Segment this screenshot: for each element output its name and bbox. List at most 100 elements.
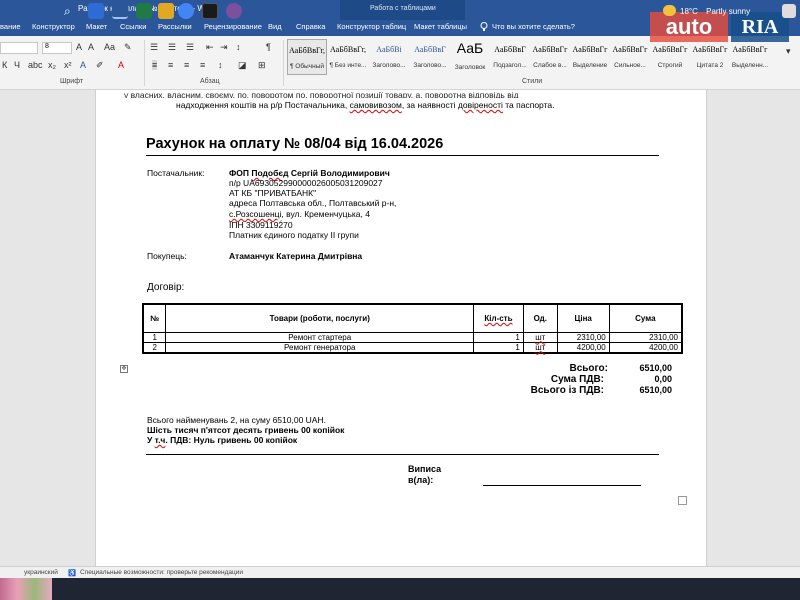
weather-widget[interactable]: 18°C Partly sunny bbox=[680, 7, 750, 16]
style-sample: АаБбВвГг bbox=[572, 45, 608, 54]
font-name-box[interactable] bbox=[0, 42, 38, 54]
language-indicator[interactable]: украинский bbox=[24, 569, 58, 576]
styles-scroll-icon[interactable]: ▾ bbox=[786, 46, 791, 57]
accessibility-status[interactable]: Специальные возможности: проверьте реком… bbox=[80, 569, 243, 576]
style-intense-emphasis[interactable]: АаБбВвГг Сильное... bbox=[610, 39, 650, 75]
shading-icon[interactable]: ◪ bbox=[238, 60, 247, 71]
style-heading-1[interactable]: АаБбВі Заголово... bbox=[369, 39, 409, 75]
row-number[interactable]: 1 bbox=[142, 331, 167, 343]
excel-icon[interactable] bbox=[136, 3, 152, 19]
style-title[interactable]: АаБ Заголовок bbox=[450, 39, 490, 75]
style-name: Строгий bbox=[657, 62, 683, 69]
tab-mailings[interactable]: Рассылки bbox=[158, 22, 192, 31]
style-subtitle[interactable]: АаБбВвГ Подзагол... bbox=[490, 39, 530, 75]
row-qty[interactable]: 1 bbox=[473, 331, 524, 343]
edge-icon[interactable] bbox=[88, 3, 104, 19]
watermark-logo-ria: RIA bbox=[731, 12, 789, 42]
profile-icon[interactable] bbox=[782, 4, 796, 18]
tell-me-search[interactable]: Что вы хотите сделать? bbox=[492, 22, 575, 31]
row-unit[interactable]: шт bbox=[522, 331, 558, 343]
row-qty[interactable]: 1 bbox=[473, 341, 524, 353]
style-quote-2[interactable]: АаБбВвГг Цитата 2 bbox=[690, 39, 730, 75]
vat-label: Сума ПДВ: bbox=[550, 374, 604, 385]
change-case-icon[interactable]: Aa bbox=[104, 42, 115, 52]
multilevel-list-icon[interactable]: ☰ bbox=[186, 42, 194, 53]
style-subtle-emphasis[interactable]: АаБбВвГг Слабое в... bbox=[530, 39, 570, 75]
col-header-price: Ціна bbox=[556, 303, 610, 333]
tab-table-layout[interactable]: Макет таблицы bbox=[414, 22, 467, 31]
font-color-icon[interactable]: A bbox=[118, 60, 124, 70]
row-price[interactable]: 2310,00 bbox=[556, 331, 610, 343]
style-name: Выделенн... bbox=[731, 62, 769, 69]
tab-layout[interactable]: Макет bbox=[86, 22, 107, 31]
table-row[interactable]: 2 Ремонт генератора 1 шт 4200,00 4200,00 bbox=[142, 341, 683, 353]
row-goods[interactable]: Ремонт генератора bbox=[165, 341, 475, 353]
borders-icon[interactable]: ⊞ bbox=[258, 60, 266, 71]
bullets-icon[interactable]: ☰ bbox=[150, 42, 158, 53]
file-explorer-icon[interactable] bbox=[158, 3, 174, 19]
font-size-box[interactable]: 8 bbox=[42, 42, 72, 54]
shrink-font-icon[interactable]: A bbox=[88, 42, 94, 52]
search-icon[interactable]: ⌕ bbox=[64, 3, 80, 19]
align-center-icon[interactable]: ≡ bbox=[168, 60, 173, 70]
row-sum[interactable]: 2310,00 bbox=[608, 331, 683, 343]
accessibility-icon[interactable]: ♿ bbox=[68, 569, 76, 577]
document-page[interactable]: у власних, власним, своєму, по, поворото… bbox=[95, 90, 707, 566]
italic-icon[interactable]: К bbox=[2, 60, 7, 70]
col-header-unit: Од. bbox=[522, 303, 558, 333]
payment-terms-line: надходження коштів на р/р Постачальника,… bbox=[176, 100, 555, 110]
tab-help[interactable]: Справка bbox=[296, 22, 325, 31]
style-name: Выделение bbox=[572, 62, 608, 69]
app-icon[interactable] bbox=[202, 3, 218, 19]
tab-references[interactable]: Ссылки bbox=[120, 22, 146, 31]
style-name: ¶ Обычный bbox=[289, 63, 325, 70]
show-marks-icon[interactable]: ¶ bbox=[266, 42, 271, 52]
numbering-icon[interactable]: ☰ bbox=[168, 42, 176, 53]
strikethrough-icon[interactable]: abc bbox=[28, 60, 43, 70]
justify-icon[interactable]: ≡ bbox=[200, 60, 205, 70]
goods-table[interactable]: № Товари (роботи, послуги) Кіл-сть Од. Ц… bbox=[142, 303, 683, 354]
style-strong[interactable]: АаБбВвГг Строгий bbox=[650, 39, 690, 75]
style-intense-quote[interactable]: АаБбВвГг Выделенн... bbox=[730, 39, 770, 75]
clear-format-icon[interactable]: ✎ bbox=[124, 42, 132, 53]
tab-review[interactable]: Рецензирование bbox=[204, 22, 262, 31]
row-sum[interactable]: 4200,00 bbox=[608, 341, 683, 353]
chrome-icon[interactable] bbox=[178, 3, 194, 19]
style-no-spacing[interactable]: АаБбВвГг, ¶ Без инте... bbox=[328, 39, 368, 75]
align-left-icon[interactable]: ≡ bbox=[152, 60, 158, 70]
row-unit[interactable]: шт bbox=[522, 341, 558, 353]
row-number[interactable]: 2 bbox=[142, 341, 167, 353]
spellcheck-word: довіреності bbox=[457, 100, 503, 110]
subscript-icon[interactable]: x₂ bbox=[48, 60, 56, 70]
weather-icon[interactable] bbox=[663, 5, 676, 16]
grow-font-icon[interactable]: A bbox=[76, 42, 82, 52]
table-row[interactable]: 1 Ремонт стартера 1 шт 2310,00 2310,00 bbox=[142, 331, 683, 343]
tab-insert[interactable]: вание bbox=[0, 22, 21, 31]
style-heading-2[interactable]: АаБбВвГ Заголово... bbox=[410, 39, 450, 75]
align-right-icon[interactable]: ≡ bbox=[184, 60, 189, 70]
table-move-handle-icon[interactable]: ✥ bbox=[120, 365, 128, 373]
increase-indent-icon[interactable]: ⇥ bbox=[220, 42, 228, 53]
line-spacing-icon[interactable]: ↕ bbox=[218, 60, 223, 70]
word-icon[interactable] bbox=[112, 3, 128, 19]
highlight-icon[interactable]: ✐ bbox=[96, 60, 104, 71]
row-price[interactable]: 4200,00 bbox=[556, 341, 610, 353]
underline-icon[interactable]: Ч bbox=[14, 60, 20, 70]
decrease-indent-icon[interactable]: ⇤ bbox=[206, 42, 214, 53]
signature-label-line1: Виписа bbox=[408, 464, 442, 474]
text-effects-icon[interactable]: A bbox=[80, 60, 86, 70]
styles-group-label: Стили bbox=[522, 78, 543, 85]
sort-icon[interactable]: ↕ bbox=[236, 42, 241, 52]
row-goods[interactable]: Ремонт стартера bbox=[165, 331, 475, 343]
tab-table-design[interactable]: Конструктор таблиц bbox=[337, 22, 406, 31]
style-emphasis[interactable]: АаБбВвГг Выделение bbox=[570, 39, 610, 75]
title-underline bbox=[146, 155, 659, 156]
superscript-icon[interactable]: x² bbox=[64, 60, 72, 70]
signature-label-line2: в(ла): bbox=[408, 475, 434, 485]
tab-view[interactable]: Вид bbox=[268, 22, 282, 31]
vat-in-words: У т.ч. ПДВ: Нуль гривень 00 копійок bbox=[147, 435, 298, 445]
viber-icon[interactable] bbox=[226, 3, 242, 19]
style-normal[interactable]: АаБбВвГг, ¶ Обычный bbox=[287, 39, 327, 75]
supplier-tax-id: ІПН 3309119270 bbox=[229, 220, 293, 230]
tab-design[interactable]: Конструктор bbox=[32, 22, 75, 31]
